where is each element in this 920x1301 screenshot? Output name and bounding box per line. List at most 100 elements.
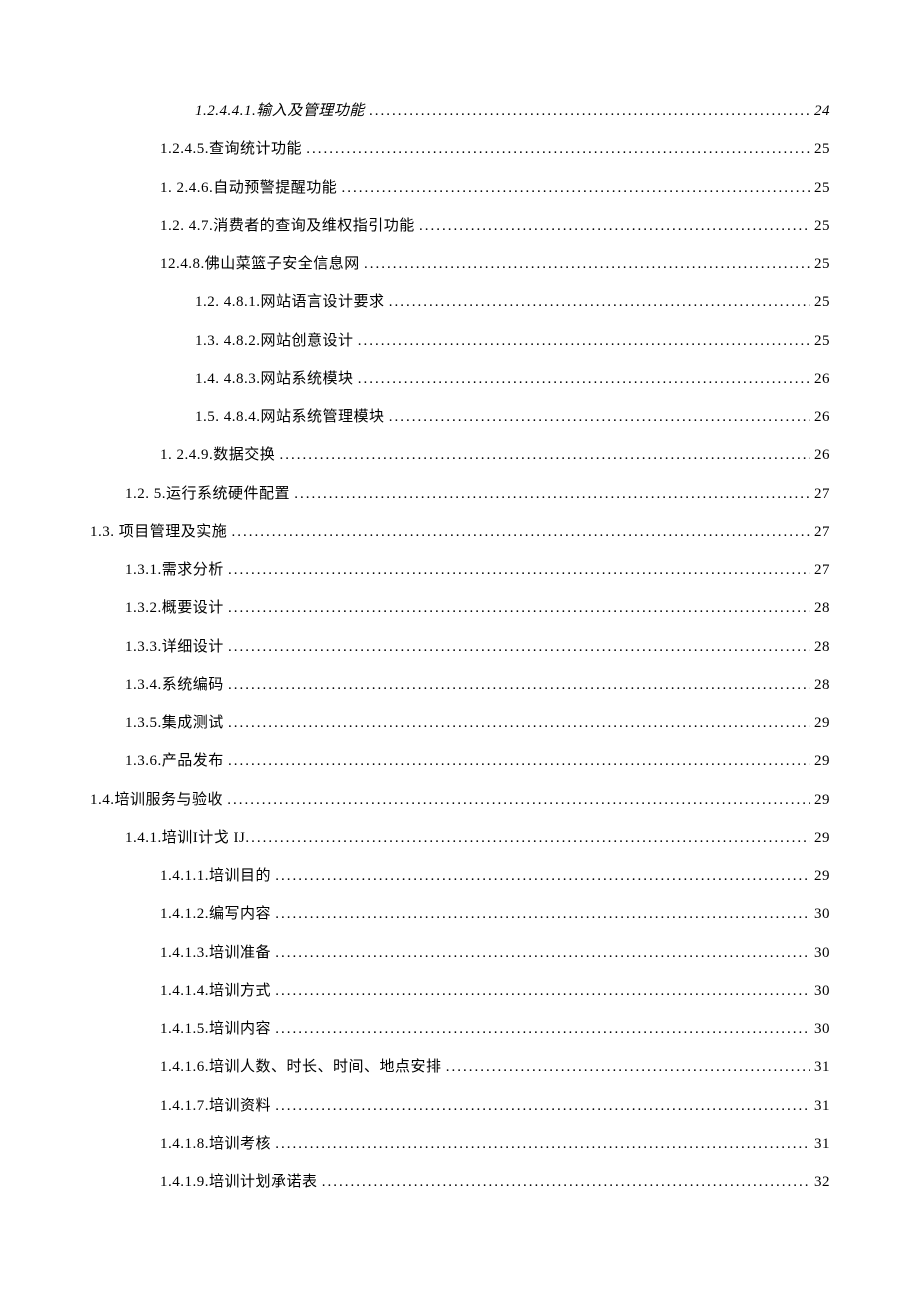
toc-entry-leader bbox=[419, 207, 810, 245]
toc-entry-leader bbox=[306, 130, 810, 168]
toc-entry: 1.2. 4.7.消费者的查询及维权指引功能 25 bbox=[90, 207, 830, 245]
toc-entry-label: 12.4.8.佛山菜篮子安全信息网 bbox=[160, 245, 364, 283]
toc-entry-label: 1.3.5.集成测试 bbox=[125, 704, 228, 742]
toc-entry-leader bbox=[358, 360, 810, 398]
toc-entry-label: 1.4.1.7.培训资料 bbox=[160, 1087, 275, 1125]
toc-entry-label: 1.2. 4.8.1.网站语言设计要求 bbox=[195, 283, 389, 321]
toc-entry: 12.4.8.佛山菜篮子安全信息网 25 bbox=[90, 245, 830, 283]
toc-entry-label: 1.4.1.2.编写内容 bbox=[160, 895, 275, 933]
toc-entry-label: 1.4.1.6.培训人数、时长、时间、地点安排 bbox=[160, 1048, 446, 1086]
toc-entry-page: 30 bbox=[810, 972, 830, 1010]
toc-entry-page: 28 bbox=[810, 628, 830, 666]
toc-entry-leader bbox=[245, 819, 810, 857]
toc-entry-leader bbox=[228, 589, 810, 627]
toc-entry-page: 29 bbox=[810, 781, 830, 819]
toc-entry: 1. 2.4.9.数据交换 26 bbox=[90, 436, 830, 474]
toc-entry-page: 28 bbox=[810, 589, 830, 627]
toc-entry: 1.4.1.7.培训资料 31 bbox=[90, 1087, 830, 1125]
toc-entry-leader bbox=[275, 857, 810, 895]
toc-entry: 1.4.1.9.培训计划承诺表 32 bbox=[90, 1163, 830, 1201]
toc-entry-label: 1.3. 4.8.2.网站创意设计 bbox=[195, 322, 358, 360]
toc-entry-leader bbox=[228, 742, 810, 780]
toc-entry-leader bbox=[358, 322, 810, 360]
toc-entry-leader bbox=[275, 972, 810, 1010]
toc-entry-leader bbox=[275, 895, 810, 933]
toc-entry-leader bbox=[294, 475, 810, 513]
toc-entry-page: 26 bbox=[810, 360, 830, 398]
toc-entry-label: 1.3.4.系统编码 bbox=[125, 666, 228, 704]
toc-entry-page: 29 bbox=[810, 857, 830, 895]
toc-page: 1.2.4.4.1.输入及管理功能 241.2.4.5.查询统计功能 251. … bbox=[0, 0, 920, 1291]
toc-entry-page: 29 bbox=[810, 742, 830, 780]
toc-entry-label: 1.2.4.4.1.输入及管理功能 bbox=[195, 92, 369, 130]
toc-entry-leader bbox=[322, 1163, 810, 1201]
toc-entry-page: 29 bbox=[810, 819, 830, 857]
toc-entry-label: 1. 2.4.9.数据交换 bbox=[160, 436, 280, 474]
toc-entry: 1.4.1.4.培训方式 30 bbox=[90, 972, 830, 1010]
toc-entry: 1.4.1.6.培训人数、时长、时间、地点安排 31 bbox=[90, 1048, 830, 1086]
toc-entry-leader bbox=[446, 1048, 810, 1086]
toc-entry: 1.3.1.需求分析 27 bbox=[90, 551, 830, 589]
toc-entry-page: 29 bbox=[810, 704, 830, 742]
toc-entry-label: 1.4.1.8.培训考核 bbox=[160, 1125, 275, 1163]
toc-entry-leader bbox=[364, 245, 810, 283]
toc-entry-page: 25 bbox=[810, 283, 830, 321]
toc-entry-page: 27 bbox=[810, 475, 830, 513]
toc-entry-label: 1.3.6.产品发布 bbox=[125, 742, 228, 780]
toc-entry: 1.4.1.3.培训准备 30 bbox=[90, 934, 830, 972]
toc-entry-page: 30 bbox=[810, 895, 830, 933]
toc-entry: 1.4.1.2.编写内容 30 bbox=[90, 895, 830, 933]
toc-entry-page: 27 bbox=[810, 513, 830, 551]
toc-entry-page: 31 bbox=[810, 1125, 830, 1163]
toc-entry-label: 1.4.1.培训I计戈 IJ bbox=[125, 819, 245, 857]
toc-entry-page: 32 bbox=[810, 1163, 830, 1201]
toc-entry-label: 1.4.1.5.培训内容 bbox=[160, 1010, 275, 1048]
toc-entry-label: 1.3. 项目管理及实施 bbox=[90, 513, 232, 551]
toc-entry-page: 25 bbox=[810, 169, 830, 207]
toc-entry-label: 1.3.3.详细设计 bbox=[125, 628, 228, 666]
toc-entry-label: 1.3.1.需求分析 bbox=[125, 551, 228, 589]
toc-entry: 1.3.4.系统编码 28 bbox=[90, 666, 830, 704]
toc-entry-leader bbox=[232, 513, 810, 551]
toc-entry-page: 25 bbox=[810, 130, 830, 168]
toc-entry-leader bbox=[228, 704, 810, 742]
toc-entry: 1. 2.4.6.自动预警提醒功能 25 bbox=[90, 169, 830, 207]
toc-entry-page: 28 bbox=[810, 666, 830, 704]
toc-entry-leader bbox=[389, 398, 810, 436]
toc-entry-leader bbox=[389, 283, 810, 321]
toc-entry-page: 24 bbox=[810, 92, 830, 130]
toc-entry-page: 26 bbox=[810, 436, 830, 474]
toc-entry-label: 1.4.1.1.培训目的 bbox=[160, 857, 275, 895]
toc-entry-label: 1.2.4.5.查询统计功能 bbox=[160, 130, 306, 168]
toc-entry-label: 1.3.2.概要设计 bbox=[125, 589, 228, 627]
toc-entry: 1.3.5.集成测试 29 bbox=[90, 704, 830, 742]
toc-entry-leader bbox=[275, 1087, 810, 1125]
toc-entry-page: 25 bbox=[810, 322, 830, 360]
toc-entry-page: 27 bbox=[810, 551, 830, 589]
toc-entry-page: 25 bbox=[810, 207, 830, 245]
toc-entry-label: 1.2. 5.运行系统硬件配置 bbox=[125, 475, 294, 513]
toc-entry: 1.5. 4.8.4.网站系统管理模块 26 bbox=[90, 398, 830, 436]
toc-entry: 1.4.1.培训I计戈 IJ 29 bbox=[90, 819, 830, 857]
toc-entry: 1.4.1.1.培训目的 29 bbox=[90, 857, 830, 895]
toc-entry-label: 1.4.1.4.培训方式 bbox=[160, 972, 275, 1010]
toc-entry: 1.3.3.详细设计 28 bbox=[90, 628, 830, 666]
toc-entry: 1.3. 项目管理及实施 27 bbox=[90, 513, 830, 551]
toc-entry: 1.4.1.8.培训考核 31 bbox=[90, 1125, 830, 1163]
toc-entry-leader bbox=[369, 92, 810, 130]
toc-entry: 1.3.6.产品发布 29 bbox=[90, 742, 830, 780]
toc-entry-page: 31 bbox=[810, 1048, 830, 1086]
toc-entry-leader bbox=[227, 781, 810, 819]
toc-entry-page: 30 bbox=[810, 934, 830, 972]
toc-entry: 1.4. 4.8.3.网站系统模块 26 bbox=[90, 360, 830, 398]
toc-entry-label: 1.4.1.9.培训计划承诺表 bbox=[160, 1163, 322, 1201]
toc-entry-label: 1.4.1.3.培训准备 bbox=[160, 934, 275, 972]
toc-entry: 1.2.4.5.查询统计功能 25 bbox=[90, 130, 830, 168]
toc-entry: 1.3. 4.8.2.网站创意设计 25 bbox=[90, 322, 830, 360]
toc-entry-leader bbox=[228, 666, 810, 704]
toc-entry-label: 1.5. 4.8.4.网站系统管理模块 bbox=[195, 398, 389, 436]
toc-entry-leader bbox=[228, 628, 810, 666]
toc-entry-leader bbox=[275, 1010, 810, 1048]
toc-entry-label: 1.2. 4.7.消费者的查询及维权指引功能 bbox=[160, 207, 419, 245]
toc-entry: 1.2. 4.8.1.网站语言设计要求 25 bbox=[90, 283, 830, 321]
